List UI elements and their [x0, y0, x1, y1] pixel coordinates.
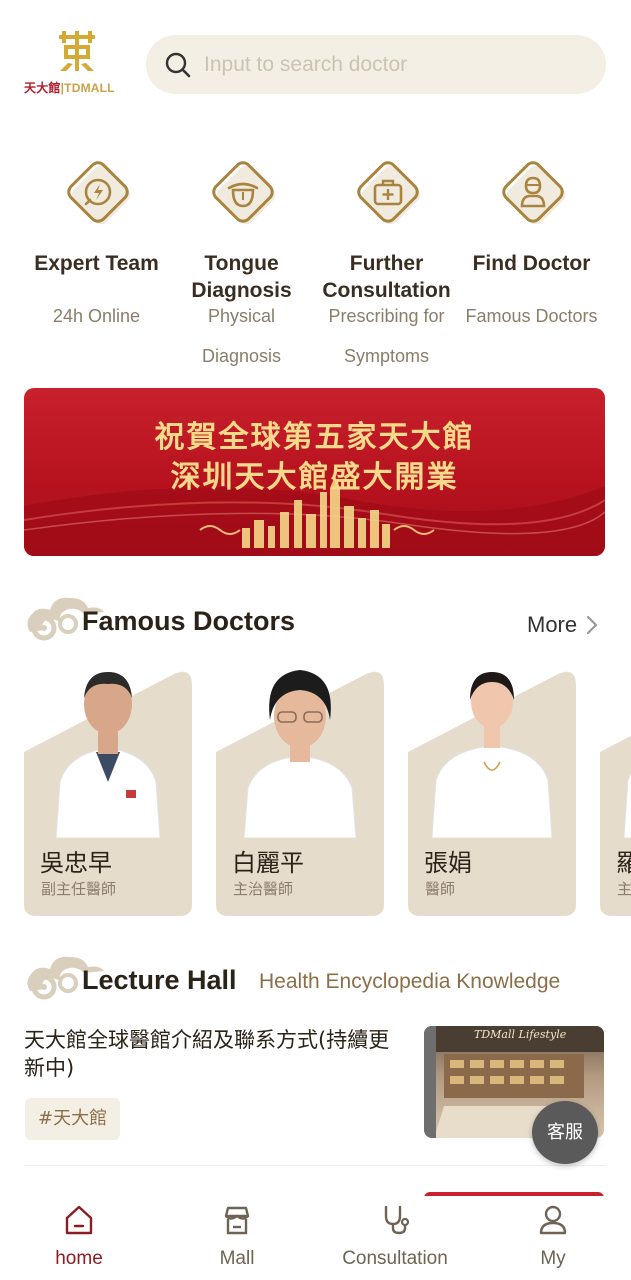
- user-icon: [539, 1205, 567, 1235]
- doctor-card[interactable]: 吳忠早 副主任醫師: [24, 660, 192, 916]
- bottom-tab-bar: home Mall Consultation My: [0, 1196, 631, 1280]
- doctor-photo: [431, 672, 553, 838]
- tongue-icon: [212, 161, 276, 225]
- tab-home[interactable]: home: [0, 1196, 158, 1280]
- chevron-right-icon[interactable]: [585, 614, 599, 636]
- doctor-title: 副主任醫師: [41, 880, 117, 898]
- tab-consultation[interactable]: Consultation: [316, 1196, 474, 1280]
- brand-logo-cn: 天大館: [24, 81, 61, 95]
- doctor-title: 主治醫師: [233, 880, 294, 898]
- quick-item-subtitle: Physical Diagnosis: [201, 306, 282, 366]
- quick-menu: Expert Team 24h Online Tongue Diagnosis …: [0, 150, 631, 380]
- doctor-title: 醫師: [425, 880, 456, 898]
- store-icon: [224, 1206, 250, 1235]
- brand-logo-text: 天大館|TDMALL: [24, 79, 132, 96]
- doctor-card[interactable]: 羅 主: [600, 660, 631, 916]
- doctor-title: 主: [617, 880, 631, 898]
- doctor-name: 張娟: [424, 849, 472, 877]
- divider: [24, 1165, 605, 1166]
- doctor-name: 白麗平: [232, 849, 304, 877]
- customer-service-button[interactable]: 客服: [532, 1101, 598, 1164]
- article-thumbnail-caption: TDMall Lifestyle: [474, 1028, 567, 1041]
- header: 天大館|TDMALL: [0, 0, 631, 130]
- quick-item-title: Find Doctor: [472, 252, 591, 275]
- search-bar[interactable]: [146, 35, 606, 94]
- stethoscope-icon: [384, 1205, 410, 1235]
- doctor-photo: [243, 670, 357, 838]
- doctor-photo: [623, 772, 631, 838]
- doctor-name: 羅: [616, 849, 631, 877]
- search-icon: [165, 52, 191, 78]
- brand-logo-en: TDMALL: [64, 81, 115, 95]
- banner-headline-line2: 深圳天大館盛大開業: [170, 460, 459, 495]
- quick-item-subtitle: Prescribing for Symptoms: [328, 306, 445, 366]
- doctor-card[interactable]: 白麗平 主治醫師: [216, 660, 384, 916]
- lecture-hall-subtitle: Health Encyclopedia Knowledge: [259, 970, 561, 993]
- doctor-name: 吳忠早: [40, 849, 112, 877]
- tab-label: Mall: [219, 1248, 255, 1269]
- brand-logo-mark-icon: [59, 31, 95, 71]
- doctor-card[interactable]: 張娟 醫師: [408, 660, 576, 916]
- home-icon: [65, 1205, 93, 1235]
- famous-doctors-title: Famous Doctors: [82, 606, 296, 636]
- brand-logo[interactable]: 天大館|TDMALL: [24, 30, 132, 96]
- article-title[interactable]: 天大館全球醫館介紹及聯系方式(持續更新中): [24, 1026, 410, 1082]
- tab-my[interactable]: My: [474, 1196, 631, 1280]
- lecture-hall-title: Lecture Hall: [82, 965, 237, 995]
- tab-label: Consultation: [342, 1248, 448, 1269]
- promo-banner[interactable]: 祝賀全球第五家天大館 深圳天大館盛大開業: [24, 388, 605, 556]
- quick-item-subtitle: Famous Doctors: [465, 306, 598, 326]
- search-input[interactable]: [204, 45, 584, 85]
- more-link[interactable]: More: [527, 612, 577, 638]
- tab-mall[interactable]: Mall: [158, 1196, 316, 1280]
- tab-label: home: [55, 1248, 103, 1269]
- banner-headline-line1: 祝賀全球第五家天大館: [154, 420, 475, 455]
- medical-kit-icon: [357, 161, 421, 225]
- lightning-chat-icon: [67, 161, 131, 225]
- tab-label: My: [540, 1248, 566, 1269]
- article-tag[interactable]: #天大館: [25, 1098, 121, 1140]
- doctor-icon: [502, 161, 566, 225]
- doctor-photo: [55, 672, 161, 838]
- quick-item-subtitle: 24h Online: [52, 306, 141, 326]
- quick-item-title: Expert Team: [34, 252, 159, 275]
